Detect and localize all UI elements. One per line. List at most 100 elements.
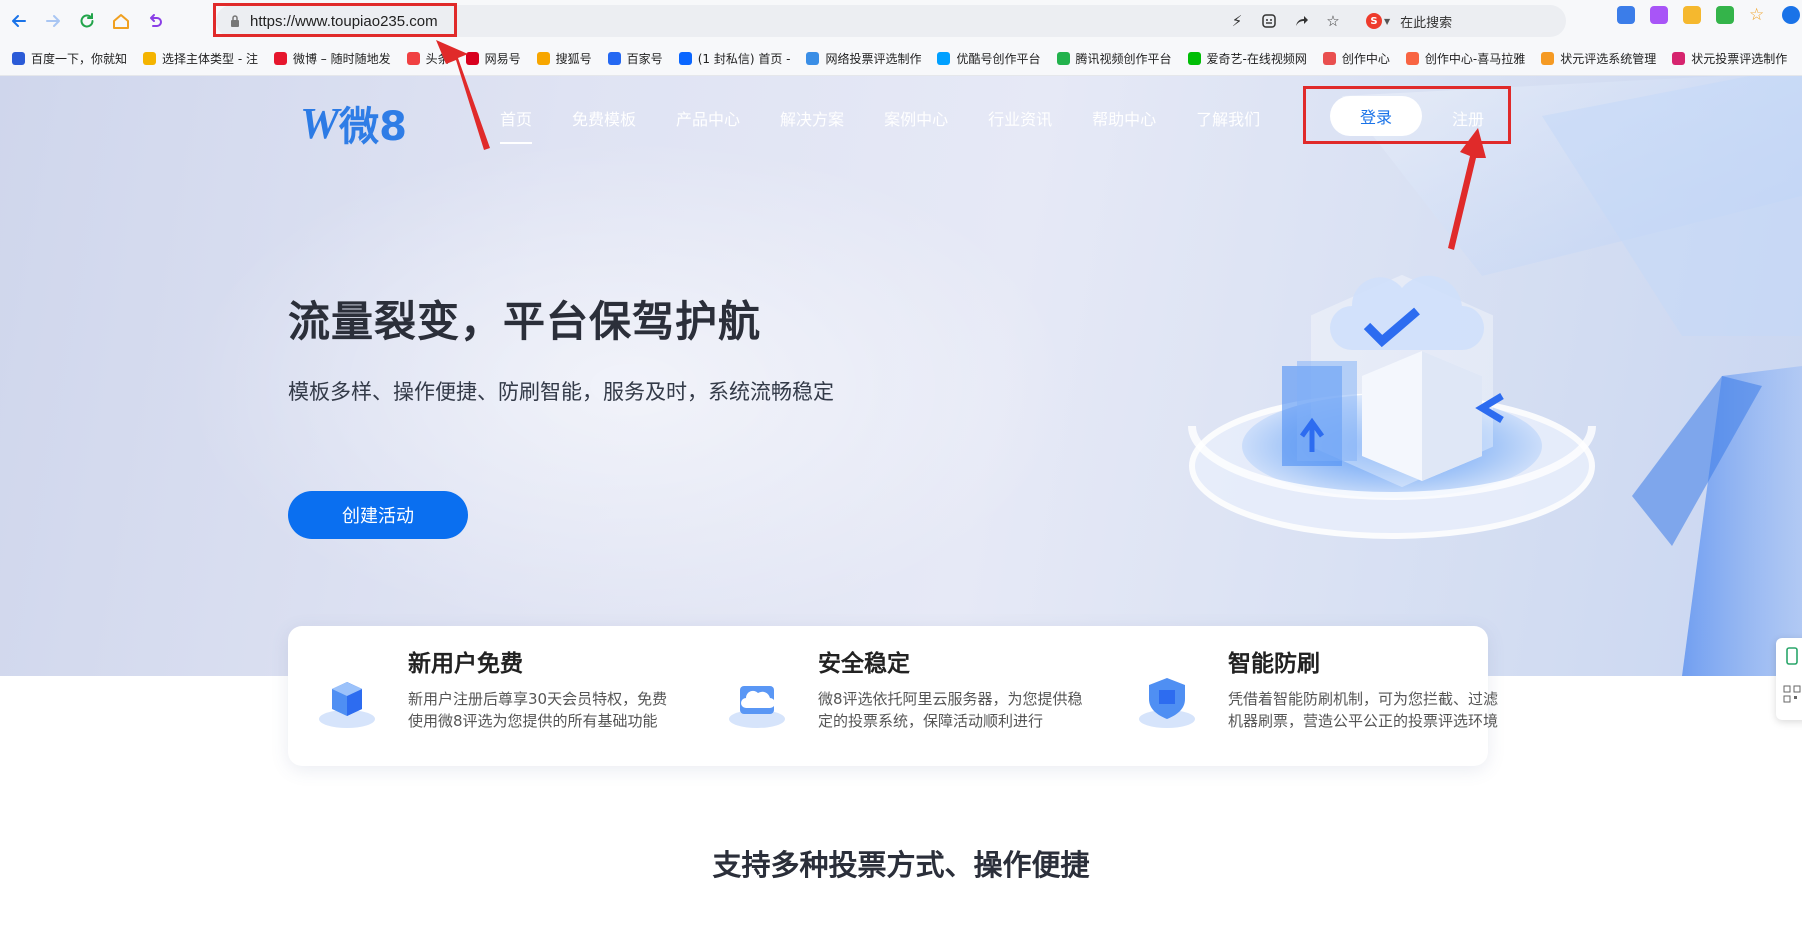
cubes-icon — [319, 682, 375, 728]
nav-item[interactable]: 解决方案 — [780, 106, 844, 144]
bookmark-item[interactable]: 优酷号创作平台 — [937, 50, 1041, 67]
feature-title: 新用户免费 — [408, 651, 523, 677]
hero-subtitle: 模板多样、操作便捷、防刷智能，服务及时，系统流畅稳定 — [288, 380, 834, 404]
star-icon[interactable]: ☆ — [1324, 12, 1342, 30]
undo-icon[interactable] — [140, 6, 170, 36]
puzzle-icon[interactable] — [1716, 6, 1734, 24]
main-nav: 首页 免费模板 产品中心 解决方案 案例中心 行业资讯 帮助中心 了解我们 — [480, 106, 1280, 144]
bookmark-item[interactable]: 网易号 — [465, 50, 521, 67]
section-title: 支持多种投票方式、操作便捷 — [712, 848, 1090, 882]
bookmark-label: 创作中心-喜马拉雅 — [1424, 52, 1526, 66]
bookmark-label: 网络投票评选制作 — [825, 52, 922, 66]
feature-item: 安全稳定 微8评选依托阿里云服务器，为您提供稳定的投票系统，保障活动顺利进行 — [698, 626, 1108, 766]
bookmark-item[interactable]: 创作中心 — [1322, 50, 1390, 67]
hero-illustration — [1188, 76, 1802, 676]
bookmark-item[interactable]: 状元评选系统管理 — [1541, 50, 1656, 67]
bookmark-label: 创作中心 — [1341, 52, 1390, 66]
bookmark-label: 头条 — [425, 52, 450, 66]
download-icon[interactable] — [1782, 6, 1800, 24]
nav-item[interactable]: 首页 — [500, 106, 533, 144]
folder-icon[interactable] — [1683, 6, 1701, 24]
bookmark-label: 腾讯视频创作平台 — [1075, 52, 1172, 66]
logo-text: 微8 — [339, 104, 407, 150]
bookmark-item[interactable]: (1 封私信) 首页 - — [678, 50, 790, 67]
logo-mark: W — [300, 98, 339, 148]
ximalaya-icon — [1405, 52, 1419, 65]
nav-item[interactable]: 行业资讯 — [988, 106, 1052, 144]
share-icon[interactable] — [1292, 12, 1310, 30]
reload-icon[interactable] — [72, 6, 102, 36]
cloud-server-icon — [729, 686, 785, 728]
tencent-video-icon — [1056, 52, 1070, 65]
search-placeholder: 在此搜索 — [1400, 15, 1453, 31]
hero-title: 流量裂变，平台保驾护航 — [288, 297, 762, 346]
floating-sidebar — [1776, 638, 1802, 720]
box-icon — [1541, 52, 1555, 65]
bookmark-item[interactable]: 微博 – 随时随地发 — [273, 50, 391, 67]
bell-icon — [143, 52, 157, 65]
hp-icon — [1672, 52, 1686, 65]
toutiao-icon — [406, 52, 420, 65]
hero-section: W 微8 首页 免费模板 产品中心 解决方案 案例中心 行业资讯 帮助中心 了解我们 登录 注… — [0, 76, 1802, 676]
bookmark-item[interactable]: 腾讯视频创作平台 — [1056, 50, 1172, 67]
bookmark-item[interactable]: 状元投票评选制作 — [1672, 50, 1787, 67]
nav-item[interactable]: 了解我们 — [1196, 106, 1260, 144]
nav-item[interactable]: 产品中心 — [676, 106, 740, 144]
bookmark-label: 状元评选系统管理 — [1560, 52, 1657, 66]
feature-desc: 微8评选依托阿里云服务器，为您提供稳定的投票系统，保障活动顺利进行 — [818, 690, 1083, 730]
feature-desc: 新用户注册后尊享30天会员特权，免费使用微8评选为您提供的所有基础功能 — [408, 690, 668, 730]
bookmark-label: 网易号 — [484, 52, 521, 66]
creator-icon — [1322, 52, 1336, 65]
feature-title: 智能防刷 — [1228, 651, 1320, 677]
extensions-bar: ☆ — [1617, 6, 1802, 24]
site-logo[interactable]: W 微8 — [300, 94, 407, 152]
bookmark-item[interactable]: 搜狐号 — [536, 50, 592, 67]
bookmark-item[interactable]: 爱奇艺-在线视频网 — [1187, 50, 1307, 67]
translate-icon[interactable] — [1617, 6, 1635, 24]
youku-icon — [937, 52, 951, 65]
bookmark-label: 选择主体类型 - 注 — [162, 52, 258, 66]
nav-item[interactable]: 帮助中心 — [1092, 106, 1156, 144]
forward-icon[interactable] — [38, 6, 68, 36]
bookmark-item[interactable]: 网络投票评选制作 — [806, 50, 921, 67]
bookmark-label: 爱奇艺-在线视频网 — [1206, 52, 1307, 66]
back-icon[interactable] — [4, 6, 34, 36]
bookmark-label: 百度一下，你就知 — [31, 52, 128, 66]
url-highlight-box — [213, 3, 457, 37]
search-engine-box[interactable]: S ▼ 在此搜索 — [1366, 12, 1556, 31]
bookmark-label: 百家号 — [626, 52, 663, 66]
zhihu-icon — [678, 52, 692, 65]
bookmark-item[interactable]: 创作中心-喜马拉雅 — [1405, 50, 1526, 67]
home-icon[interactable] — [106, 6, 136, 36]
sogou-icon[interactable]: S — [1366, 13, 1382, 29]
weibo-icon — [273, 52, 287, 65]
nav-item[interactable]: 免费模板 — [572, 106, 636, 144]
bookmark-item[interactable]: 选择主体类型 - 注 — [143, 50, 258, 67]
feature-item: 智能防刷 凭借着智能防刷机制，可为您拦截、过滤机器刷票，营造公平公正的投票评选环… — [1108, 626, 1518, 766]
auth-highlight-box — [1303, 86, 1511, 144]
qrcode-icon[interactable] — [1782, 684, 1802, 704]
baijia-icon — [607, 52, 621, 65]
features-card: 新用户免费 新用户注册后尊享30天会员特权，免费使用微8评选为您提供的所有基础功… — [288, 626, 1498, 766]
feature-title: 安全稳定 — [818, 651, 910, 677]
netease-icon — [465, 52, 479, 65]
favorites-icon[interactable]: ☆ — [1749, 6, 1767, 24]
nav-item[interactable]: 案例中心 — [884, 106, 948, 144]
create-activity-button[interactable]: 创建活动 — [288, 491, 468, 539]
chevron-down-icon[interactable]: ▼ — [1384, 17, 1390, 26]
bookmark-label: 优酷号创作平台 — [956, 52, 1041, 66]
iqiyi-icon — [1187, 52, 1201, 65]
lightning-icon[interactable]: ⚡ — [1228, 12, 1246, 30]
bookmark-label: 状元投票评选制作 — [1691, 52, 1788, 66]
baidu-paw-icon — [12, 52, 25, 65]
bookmark-item[interactable]: 百度一下，你就知 — [12, 50, 127, 67]
bookmarks-bar: 百度一下，你就知 选择主体类型 - 注 微博 – 随时随地发 头条 网易号 搜狐号 百家号 (… — [0, 42, 1802, 76]
phone-icon[interactable] — [1782, 646, 1802, 666]
reader-icon[interactable] — [1260, 12, 1278, 30]
bookmark-label: 搜狐号 — [555, 52, 592, 66]
bookmark-item[interactable]: 百家号 — [607, 50, 663, 67]
feature-desc: 凭借着智能防刷机制，可为您拦截、过滤机器刷票，营造公平公正的投票评选环境 — [1228, 690, 1499, 730]
edit-icon[interactable] — [1650, 6, 1668, 24]
bookmark-item[interactable]: 头条 — [406, 50, 450, 67]
shield-icon — [1139, 678, 1195, 728]
